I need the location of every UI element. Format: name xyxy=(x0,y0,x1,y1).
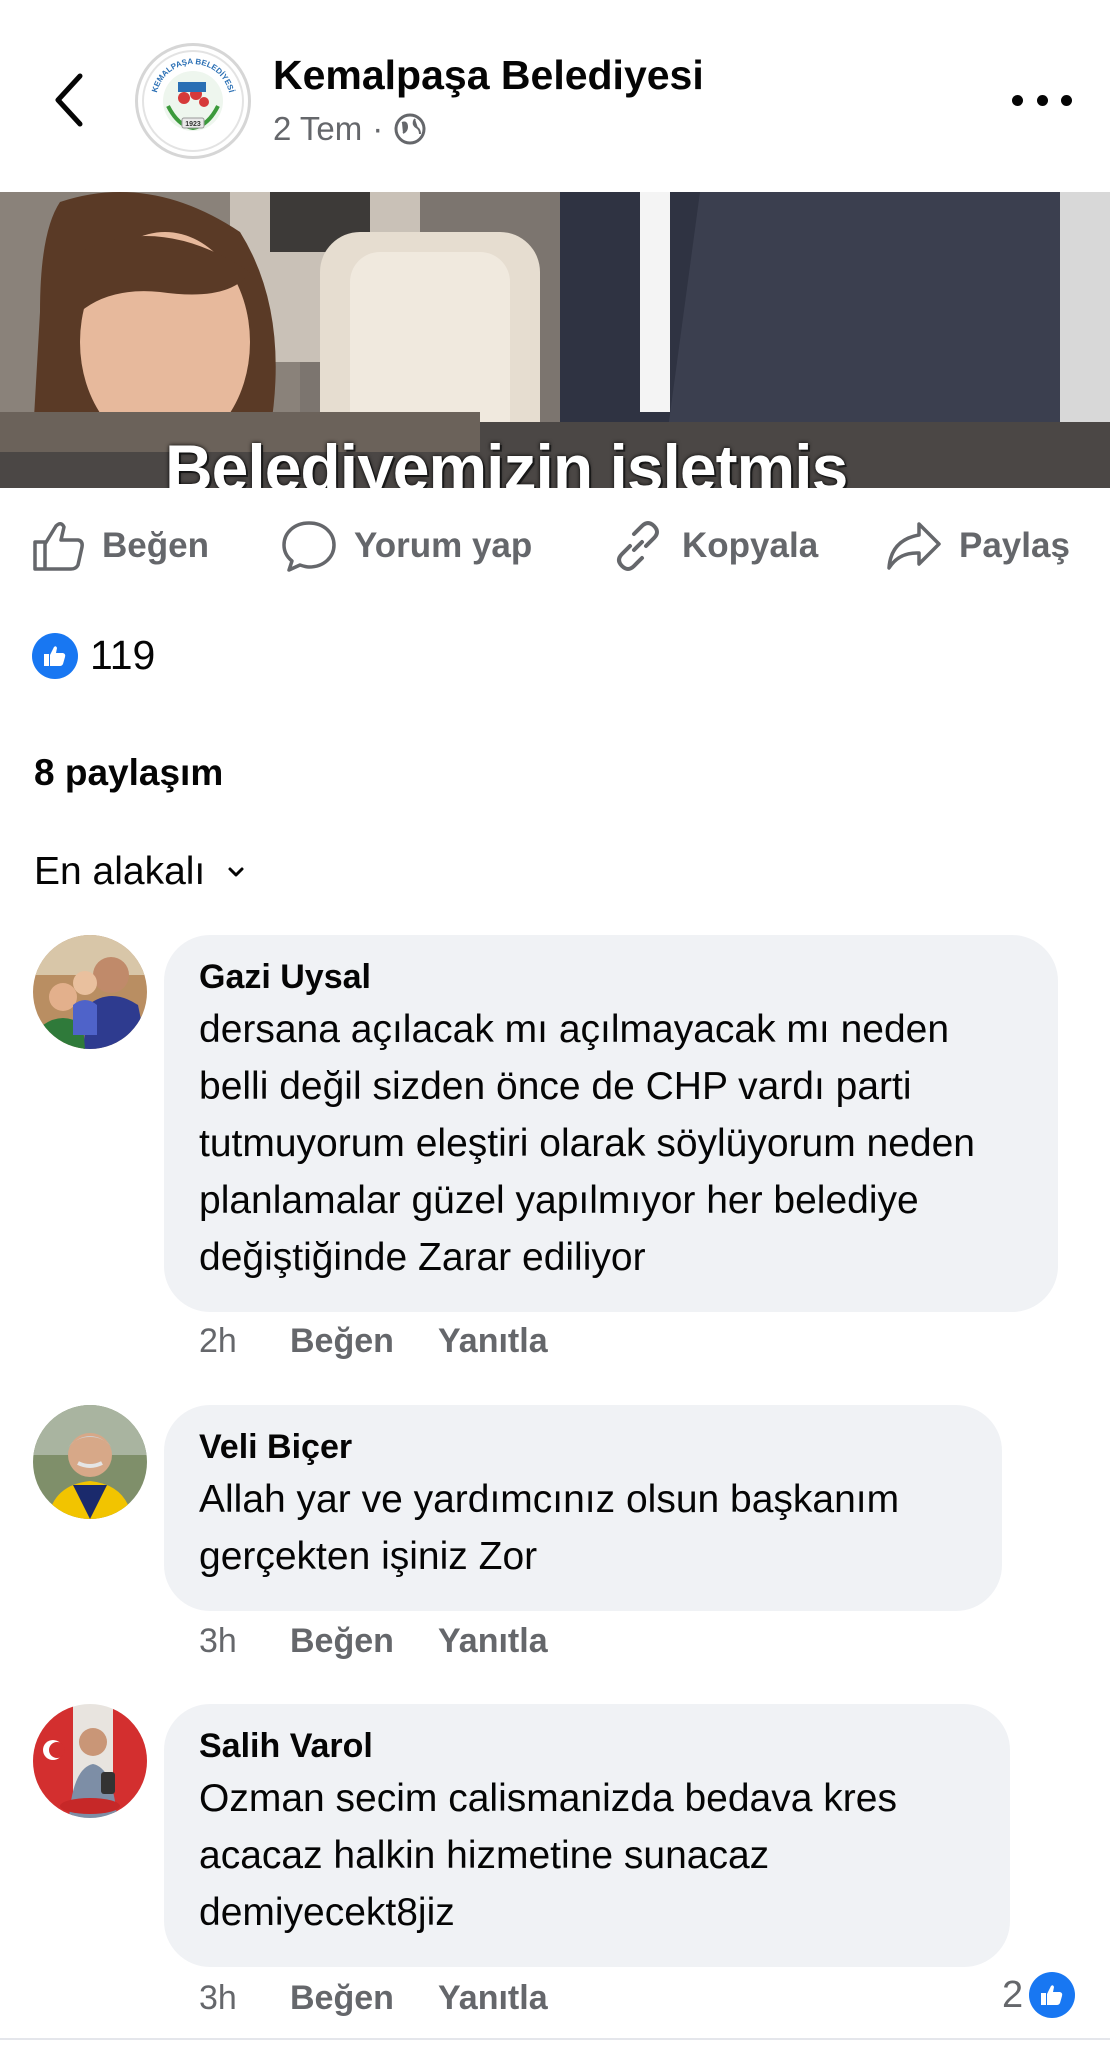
back-button[interactable] xyxy=(40,62,96,138)
share-arrow-icon xyxy=(887,522,941,570)
comment-reply-button[interactable]: Yanıtla xyxy=(438,1979,548,2018)
chevron-down-icon xyxy=(228,867,244,877)
comment-text: Allah yar ve yardımcınız olsun başkanım … xyxy=(199,1478,900,1578)
comment-author[interactable]: Salih Varol xyxy=(199,1726,975,1766)
comment-time[interactable]: 3h xyxy=(199,1979,290,2018)
thumbs-up-icon xyxy=(33,522,84,571)
comment-actions: 3h Beğen Yanıtla xyxy=(199,1622,548,1661)
like-reaction-icon xyxy=(32,632,78,679)
comment-reaction-summary[interactable]: 2 xyxy=(1002,1972,1076,2018)
comment-reply-button[interactable]: Yanıtla xyxy=(438,1322,548,1361)
divider xyxy=(0,2038,1110,2040)
comment-button[interactable]: Yorum yap xyxy=(280,508,532,584)
link-icon xyxy=(617,521,659,571)
comment-text: Ozman secim calismanizda bedava kres aca… xyxy=(199,1777,897,1934)
like-reaction-icon xyxy=(1029,1972,1076,2018)
share-count[interactable]: 8 paylaşım xyxy=(34,752,223,794)
comment-author[interactable]: Gazi Uysal xyxy=(199,957,1023,997)
municipality-logo: KEMALPAŞA BELEDİYESİ 1923 xyxy=(142,50,244,152)
comment-bubble[interactable]: Veli Biçer Allah yar ve yardımcınız olsu… xyxy=(164,1405,1002,1611)
reaction-summary[interactable]: 119 xyxy=(32,632,155,679)
video-caption: Belediyemizin işletmiş xyxy=(165,431,848,488)
comment-reaction-count: 2 xyxy=(1002,1973,1024,2016)
commenter-avatar[interactable] xyxy=(33,1405,147,1519)
comment-text: dersana açılacak mı açılmayacak mı neden… xyxy=(199,1008,976,1279)
chevron-left-icon xyxy=(55,73,83,127)
share-button[interactable]: Paylaş xyxy=(885,508,1070,584)
share-label: Paylaş xyxy=(959,526,1070,565)
comment-bubble[interactable]: Salih Varol Ozman secim calismanizda bed… xyxy=(164,1704,1010,1967)
comment-sort-dropdown[interactable]: En alakalı xyxy=(34,850,245,894)
post-time[interactable]: 2 Tem xyxy=(273,110,362,148)
reaction-count: 119 xyxy=(90,632,156,678)
action-bar: Beğen Yorum yap Kopyala Paylaş xyxy=(0,508,1110,584)
dot xyxy=(1036,94,1048,106)
comment-reply-button[interactable]: Yanıtla xyxy=(438,1622,548,1661)
post-header: KEMALPAŞA BELEDİYESİ 1923 Kemalpaşa Bele… xyxy=(0,0,1110,192)
comment-label: Yorum yap xyxy=(354,526,533,565)
copy-link-button[interactable]: Kopyala xyxy=(610,508,818,584)
dot xyxy=(1061,94,1072,106)
copy-label: Kopyala xyxy=(682,526,819,565)
comment-like-button[interactable]: Beğen xyxy=(290,1979,438,2018)
avatar-photo xyxy=(33,1405,147,1519)
comment-actions: 3h Beğen Yanıtla xyxy=(199,1979,548,2018)
post-meta: 2 Tem · xyxy=(273,110,427,148)
commenter-avatar[interactable] xyxy=(33,935,147,1049)
page-name[interactable]: Kemalpaşa Belediyesi xyxy=(273,52,704,99)
comment-like-button[interactable]: Beğen xyxy=(290,1322,438,1361)
avatar-photo xyxy=(33,935,147,1049)
comment-time[interactable]: 3h xyxy=(199,1622,290,1661)
like-label: Beğen xyxy=(102,526,209,565)
avatar-photo xyxy=(33,1704,147,1818)
svg-text:1923: 1923 xyxy=(185,121,201,128)
meta-separator: · xyxy=(372,110,384,147)
comment-like-button[interactable]: Beğen xyxy=(290,1622,438,1661)
sort-label: En alakalı xyxy=(34,850,206,893)
page-avatar[interactable]: KEMALPAŞA BELEDİYESİ 1923 xyxy=(135,43,251,159)
comment-time[interactable]: 2h xyxy=(199,1322,290,1361)
post-video[interactable]: Belediyemizin işletmiş xyxy=(0,192,1110,488)
comment-author[interactable]: Veli Biçer xyxy=(199,1427,967,1467)
globe-icon xyxy=(394,113,426,145)
commenter-avatar[interactable] xyxy=(33,1704,147,1818)
comment-bubble-icon xyxy=(282,521,336,572)
like-button[interactable]: Beğen xyxy=(30,508,209,584)
more-options-button[interactable] xyxy=(1012,80,1072,120)
comment-actions: 2h Beğen Yanıtla xyxy=(199,1322,548,1361)
comment-bubble[interactable]: Gazi Uysal dersana açılacak mı açılmayac… xyxy=(164,935,1058,1312)
dot xyxy=(1012,94,1023,106)
